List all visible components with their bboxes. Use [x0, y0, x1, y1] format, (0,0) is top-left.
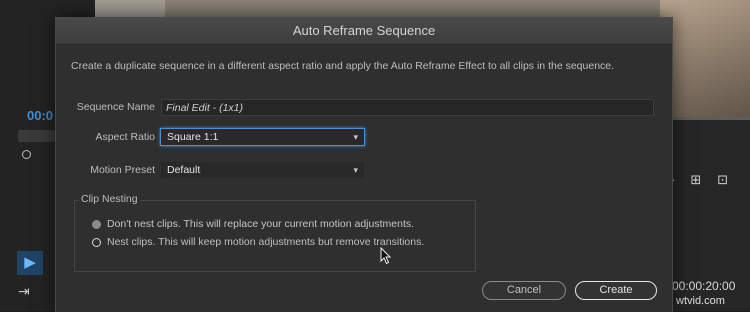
motion-preset-value: Default	[167, 164, 201, 176]
sequence-name-label: Sequence Name	[76, 101, 155, 113]
timeline-toolbar: } ⊞ ⊡	[670, 172, 728, 188]
overwrite-icon[interactable]: ⊡	[717, 172, 728, 188]
aspect-ratio-value: Square 1:1	[167, 131, 219, 143]
radio-nest-label: Nest clips. This will keep motion adjust…	[107, 236, 425, 248]
sequence-name-field[interactable]: Final Edit - (1x1)	[161, 99, 654, 116]
chevron-down-icon: ▾	[353, 132, 358, 142]
selection-tool-icon[interactable]: ▶	[17, 251, 43, 275]
dialog-description: Create a duplicate sequence in a differe…	[71, 60, 615, 72]
chevron-down-icon: ▾	[353, 165, 358, 175]
create-button[interactable]: Create	[575, 281, 657, 300]
motion-preset-select[interactable]: Default ▾	[160, 161, 365, 179]
aspect-ratio-select[interactable]: Square 1:1 ▾	[160, 128, 365, 146]
clip-nesting-label: Clip Nesting	[79, 193, 140, 205]
program-monitor-video-right	[660, 0, 750, 120]
timecode-display: 00:0	[27, 108, 54, 123]
motion-preset-label: Motion Preset	[90, 164, 155, 176]
radio-dont-nest-label: Don't nest clips. This will replace your…	[107, 218, 415, 230]
watermark: wtvid.com	[676, 295, 725, 307]
insert-icon[interactable]: ⊞	[690, 172, 701, 188]
mouse-cursor-icon	[380, 247, 392, 265]
cancel-button[interactable]: Cancel	[482, 281, 566, 300]
track-select-tool-icon[interactable]: ⇥	[18, 283, 30, 300]
radio-dont-nest[interactable]: Don't nest clips. This will replace your…	[92, 218, 414, 230]
auto-reframe-dialog: Auto Reframe Sequence Create a duplicate…	[55, 17, 673, 312]
radio-button-unselected[interactable]	[92, 219, 101, 229]
radio-button-selected[interactable]	[92, 237, 101, 247]
dialog-title: Auto Reframe Sequence	[56, 18, 672, 45]
scrub-bar[interactable]	[18, 130, 58, 142]
aspect-ratio-label: Aspect Ratio	[95, 131, 155, 143]
radio-nest[interactable]: Nest clips. This will keep motion adjust…	[92, 236, 424, 248]
timeline-timecode: 00:00:20:00	[672, 279, 736, 293]
playhead-handle[interactable]	[22, 150, 31, 159]
